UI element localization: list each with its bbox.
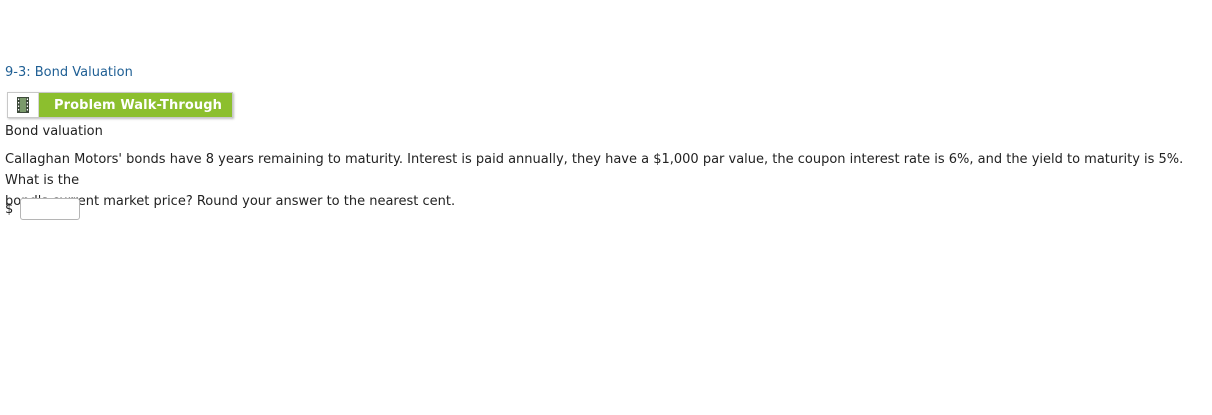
problem-heading: Bond valuation [5,124,103,139]
section-link[interactable]: 9-3: Bond Valuation [5,65,133,81]
problem-walkthrough-button[interactable]: Problem Walk-Through [7,92,233,118]
question-line-1: Callaghan Motors' bonds have 8 years rem… [5,152,1184,188]
currency-symbol: $ [5,201,14,217]
answer-input[interactable] [20,198,81,220]
answer-row: $ [5,198,81,220]
walkthrough-label: Problem Walk-Through [39,93,232,117]
question-text: Callaghan Motors' bonds have 8 years rem… [5,149,1195,212]
film-strip-icon [8,93,39,117]
